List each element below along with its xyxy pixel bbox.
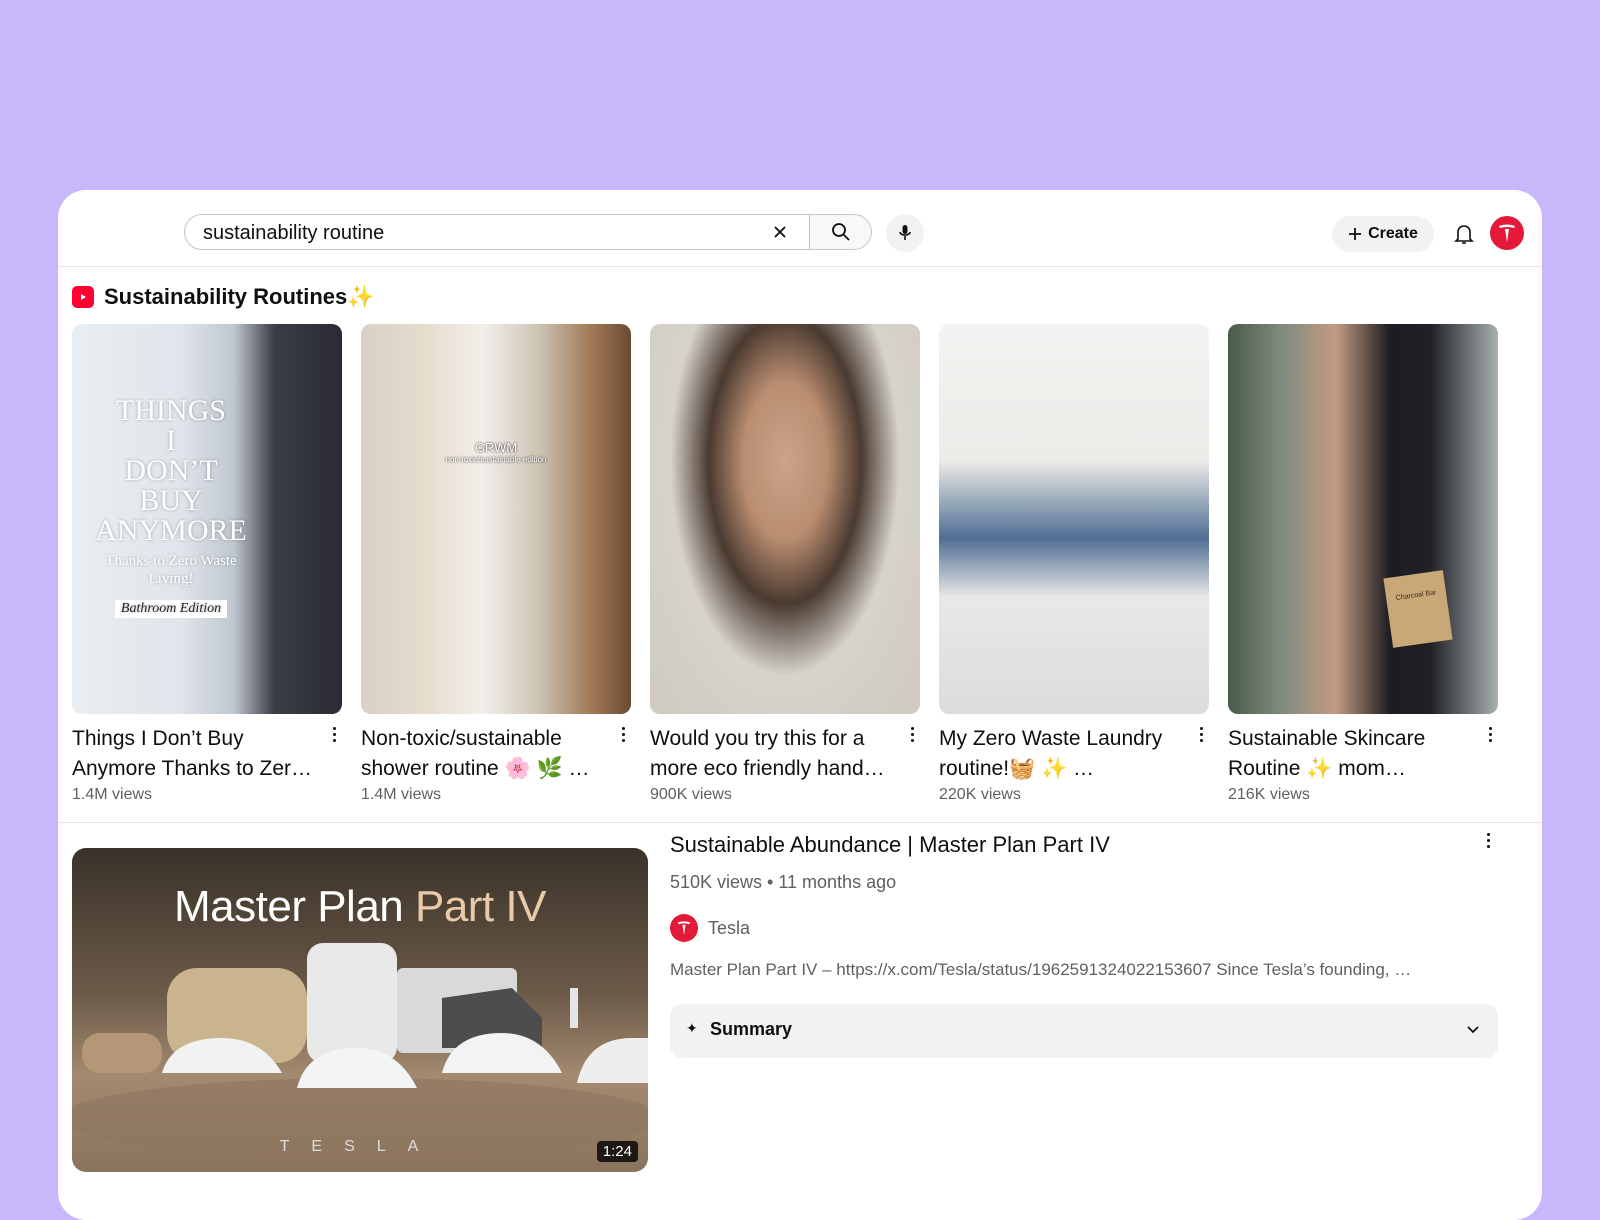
short-thumbnail[interactable] bbox=[939, 324, 1209, 714]
app-window: sustainability routine Create Sustainabi… bbox=[58, 190, 1542, 1220]
notifications-button[interactable] bbox=[1450, 220, 1478, 248]
shorts-shelf-header: Sustainability Routines✨ bbox=[72, 282, 375, 312]
short-title[interactable]: My Zero Waste Laundry routine!🧺 ✨ … bbox=[939, 724, 1189, 784]
close-icon bbox=[774, 226, 786, 238]
short-views: 1.4M views bbox=[361, 786, 442, 803]
search-input[interactable]: sustainability routine bbox=[203, 222, 384, 245]
short-card[interactable]: GRWM non-toxic/sustainable edition Non-t… bbox=[361, 324, 631, 803]
overlay-text: Living! bbox=[148, 571, 194, 587]
tesla-logo-icon bbox=[1499, 224, 1515, 242]
short-card[interactable]: Would you try this for a more eco friend… bbox=[650, 324, 920, 803]
overlay-text: I bbox=[166, 424, 176, 457]
short-title[interactable]: Would you try this for a more eco friend… bbox=[650, 724, 900, 784]
short-views: 1.4M views bbox=[72, 786, 153, 803]
more-options-icon[interactable] bbox=[326, 724, 342, 744]
tesla-logo-icon bbox=[677, 921, 691, 935]
overlay-text: ANYMORE bbox=[95, 514, 247, 547]
video-thumbnail[interactable]: Master Plan Part IV TESLA 1:24 bbox=[72, 848, 648, 1172]
short-thumbnail[interactable] bbox=[650, 324, 920, 714]
overlay-text: Bathroom Edition bbox=[114, 600, 228, 618]
summary-expander[interactable]: ✦ Summary bbox=[670, 1004, 1498, 1058]
section-divider bbox=[58, 822, 1542, 823]
channel-name[interactable]: Tesla bbox=[708, 918, 750, 939]
account-avatar[interactable] bbox=[1490, 216, 1524, 250]
microphone-icon bbox=[899, 225, 911, 240]
sparkle-icon: ✦ bbox=[686, 1020, 698, 1036]
short-title[interactable]: Sustainable Skincare Routine ✨ mom… bbox=[1228, 724, 1478, 784]
channel-info[interactable]: Tesla bbox=[670, 914, 750, 942]
search-button[interactable] bbox=[810, 214, 872, 250]
short-card[interactable]: THINGS I DON’T BUY ANYMORE Thanks to Zer… bbox=[72, 324, 342, 803]
more-options-icon[interactable] bbox=[1482, 724, 1498, 744]
top-bar: sustainability routine Create bbox=[58, 190, 1542, 267]
shelf-title: Sustainability Routines✨ bbox=[104, 284, 375, 309]
short-card[interactable]: Charcoal Bar Sustainable Skincare Routin… bbox=[1228, 324, 1498, 803]
overlay-text: GRWM bbox=[474, 440, 518, 455]
voice-search-button[interactable] bbox=[886, 214, 924, 252]
search-box[interactable]: sustainability routine bbox=[184, 214, 810, 250]
search-icon bbox=[831, 223, 850, 241]
chevron-down-icon bbox=[1467, 1026, 1479, 1034]
vehicles-illustration bbox=[72, 943, 648, 1158]
short-thumbnail[interactable]: Charcoal Bar bbox=[1228, 324, 1498, 714]
more-options-icon[interactable] bbox=[1480, 830, 1496, 850]
video-meta: 510K views • 11 months ago bbox=[670, 872, 897, 892]
overlay-text: Charcoal Bar bbox=[1395, 589, 1437, 602]
short-card[interactable]: My Zero Waste Laundry routine!🧺 ✨ … 220K… bbox=[939, 324, 1209, 803]
create-button[interactable]: Create bbox=[1332, 216, 1434, 252]
overlay-text: THINGS bbox=[116, 394, 226, 427]
short-title[interactable]: Things I Don’t Buy Anymore Thanks to Zer… bbox=[72, 724, 322, 784]
tesla-wordmark: TESLA bbox=[279, 1138, 441, 1155]
video-description: Master Plan Part IV – https://x.com/Tesl… bbox=[670, 960, 1412, 979]
short-views: 216K views bbox=[1228, 786, 1310, 803]
duration-badge: 1:24 bbox=[596, 1141, 638, 1162]
overlay-text: non-toxic/sustainable edition bbox=[445, 455, 547, 464]
overlay-text: Thanks to Zero Waste bbox=[105, 553, 237, 569]
bell-icon bbox=[1454, 225, 1474, 244]
summary-label: Summary bbox=[710, 1019, 793, 1039]
overlay-text: DON’T bbox=[124, 454, 218, 487]
more-options-icon[interactable] bbox=[615, 724, 631, 744]
short-thumbnail[interactable]: THINGS I DON’T BUY ANYMORE Thanks to Zer… bbox=[72, 324, 342, 714]
more-options-icon[interactable] bbox=[904, 724, 920, 744]
short-views: 900K views bbox=[650, 786, 732, 803]
clear-search-button[interactable] bbox=[767, 219, 793, 245]
create-label: Create bbox=[1368, 225, 1418, 242]
channel-avatar[interactable] bbox=[670, 914, 698, 942]
video-title[interactable]: Sustainable Abundance | Master Plan Part… bbox=[670, 832, 1110, 858]
short-title[interactable]: Non-toxic/sustainable shower routine 🌸 🌿… bbox=[361, 724, 611, 784]
shorts-grid: THINGS I DON’T BUY ANYMORE Thanks to Zer… bbox=[72, 324, 1528, 810]
shorts-icon bbox=[72, 286, 94, 308]
overlay-text: BUY bbox=[139, 484, 203, 517]
short-views: 220K views bbox=[939, 786, 1021, 803]
plus-icon bbox=[1349, 228, 1362, 240]
short-thumbnail[interactable]: GRWM non-toxic/sustainable edition bbox=[361, 324, 631, 714]
more-options-icon[interactable] bbox=[1193, 724, 1209, 744]
